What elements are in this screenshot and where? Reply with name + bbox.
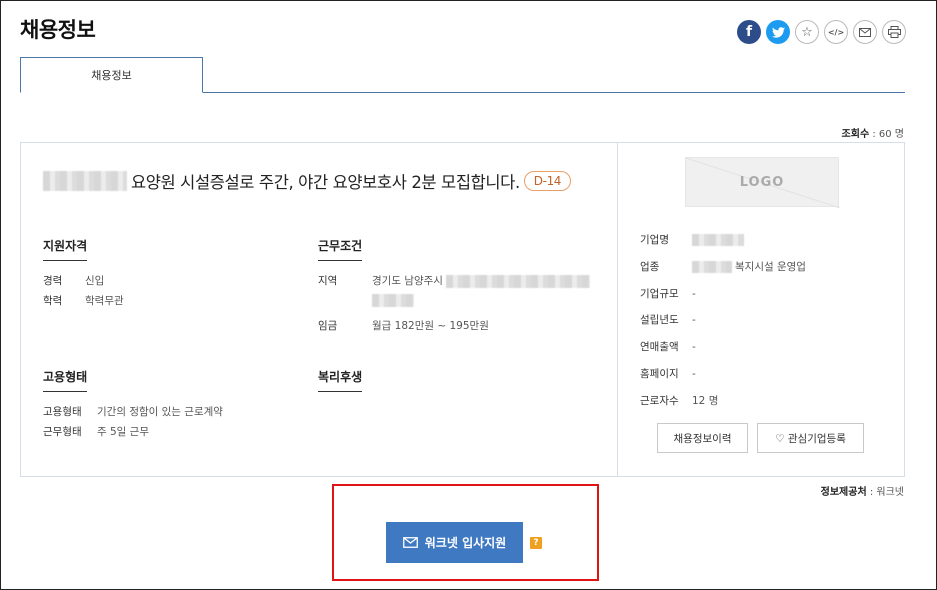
industry-text: 복지시설 운영업 — [735, 260, 806, 273]
employment-row-type: 고용형태 기간의 정함이 있는 근로계약 — [43, 403, 313, 423]
employees-value: 12 명 — [692, 394, 719, 407]
job-history-button[interactable]: 채용정보이력 — [657, 423, 748, 453]
region-value: 경기도 남양주시 — [372, 272, 591, 312]
company-actions: 채용정보이력 ♡ 관심기업등록 — [657, 423, 864, 453]
revenue-label: 연매출액 — [640, 341, 679, 354]
company-name-label: 기업명 — [640, 234, 669, 246]
education-value: 학력무관 — [85, 294, 124, 307]
company-row-employees: 근로자수 12 명 — [640, 388, 890, 415]
qualification-title: 지원자격 — [43, 237, 88, 261]
tab-label: 채용정보 — [91, 69, 132, 82]
dday-badge: D-14 — [523, 171, 572, 191]
work-schedule-value: 주 5일 근무 — [97, 425, 149, 438]
employees-label: 근로자수 — [640, 394, 679, 407]
conditions-title: 근무조건 — [318, 237, 363, 261]
redacted-address — [446, 274, 591, 288]
job-title-text: 요양원 시설증설로 주간, 야간 요양보호사 2분 모집합니다. — [131, 173, 520, 192]
info-source-value: : 워크넷 — [869, 487, 904, 498]
company-panel: LOGO 기업명 업종 복지시설 운영업 기업규모 - 설립년도 - 연매출액 … — [617, 143, 904, 476]
page-title: 채용정보 — [20, 18, 96, 42]
info-source: 정보제공처 : 워크넷 — [821, 483, 904, 498]
career-value: 신입 — [85, 275, 105, 287]
interest-company-button[interactable]: ♡ 관심기업등록 — [757, 423, 864, 453]
printer-icon — [887, 26, 901, 38]
company-name-value — [692, 227, 744, 254]
twitter-icon — [771, 26, 785, 38]
company-size-label: 기업규모 — [640, 287, 679, 300]
redacted-industry — [692, 260, 732, 273]
industry-value: 복지시설 운영업 — [692, 254, 806, 281]
employment-row-schedule: 근무형태 주 5일 근무 — [43, 423, 313, 443]
worknet-apply-button[interactable]: 워크넷 입사지원 — [386, 522, 523, 563]
conditions-row-region: 지역 경기도 남양주시 — [318, 272, 608, 312]
company-row-revenue: 연매출액 - — [640, 334, 890, 361]
conditions-row-wage: 임금 월급 182만원 ~ 195만원 — [318, 317, 608, 337]
redacted-company — [692, 234, 744, 246]
qualification-row-education: 학력 학력무관 — [43, 292, 303, 312]
info-source-label: 정보제공처 — [820, 487, 867, 498]
region-text: 경기도 남양주시 — [372, 275, 443, 287]
view-count: 조회수 : 60 명 — [842, 125, 904, 140]
qualification-section: 지원자격 경력 신입 학력 학력무관 — [43, 235, 303, 312]
bookmark-star-button[interactable]: ☆ — [795, 20, 819, 44]
employment-type-value: 기간의 정함이 있는 근로계약 — [97, 406, 223, 418]
twitter-share-button[interactable] — [766, 20, 790, 44]
company-row-name: 기업명 — [640, 227, 890, 254]
company-row-homepage: 홈페이지 - — [640, 361, 890, 388]
mail-icon — [859, 27, 871, 37]
welfare-section: 복리후생 — [318, 366, 363, 403]
employment-section: 고용형태 고용형태 기간의 정함이 있는 근로계약 근무형태 주 5일 근무 — [43, 366, 313, 443]
employment-title: 고용형태 — [43, 368, 88, 392]
facebook-share-button[interactable]: f — [737, 20, 761, 44]
homepage-value: - — [692, 367, 696, 380]
company-info: 기업명 업종 복지시설 운영업 기업규모 - 설립년도 - 연매출액 - 홈페이… — [640, 227, 890, 414]
conditions-section: 근무조건 지역 경기도 남양주시 임금 월급 182만원 ~ 195만원 — [318, 235, 608, 337]
qualification-row-career: 경력 신입 — [43, 272, 303, 292]
email-share-button[interactable] — [853, 20, 877, 44]
homepage-label: 홈페이지 — [640, 367, 679, 380]
mail-icon — [402, 537, 418, 548]
tab-job-info[interactable]: 채용정보 — [20, 57, 203, 93]
redacted-address-line2 — [372, 294, 414, 308]
work-schedule-label: 근무형태 — [43, 425, 82, 438]
job-title: 요양원 시설증설로 주간, 야간 요양보호사 2분 모집합니다. D-14 — [43, 169, 572, 193]
redacted-company-name — [43, 171, 127, 191]
help-icon[interactable]: ? — [530, 537, 542, 549]
education-label: 학력 — [43, 294, 63, 307]
company-row-industry: 업종 복지시설 운영업 — [640, 254, 890, 281]
wage-value: 월급 182만원 ~ 195만원 — [372, 319, 489, 332]
share-toolbar: f ☆ </> — [737, 20, 906, 44]
employment-type-label: 고용형태 — [43, 406, 82, 418]
view-count-label: 조회수 — [841, 129, 870, 140]
star-icon: ☆ — [801, 24, 813, 40]
founded-label: 설립년도 — [640, 314, 679, 327]
company-logo: LOGO — [685, 157, 840, 208]
print-button[interactable] — [882, 20, 906, 44]
embed-code-button[interactable]: </> — [824, 20, 848, 44]
logo-text: LOGO — [739, 174, 785, 190]
job-card: 요양원 시설증설로 주간, 야간 요양보호사 2분 모집합니다. D-14 지원… — [20, 142, 905, 477]
region-label: 지역 — [318, 275, 338, 287]
company-size-value: - — [692, 287, 696, 300]
apply-button-label: 워크넷 입사지원 — [424, 536, 507, 550]
wage-label: 임금 — [318, 319, 338, 332]
code-icon: </> — [827, 27, 845, 37]
revenue-value: - — [692, 341, 696, 354]
job-detail-panel: 요양원 시설증설로 주간, 야간 요양보호사 2분 모집합니다. D-14 지원… — [21, 143, 617, 476]
founded-value: - — [692, 314, 696, 327]
view-count-value: : 60 명 — [872, 129, 904, 140]
career-label: 경력 — [43, 275, 63, 287]
company-row-founded: 설립년도 - — [640, 307, 890, 334]
facebook-icon: f — [745, 24, 753, 40]
company-row-size: 기업규모 - — [640, 281, 890, 308]
welfare-title: 복리후생 — [318, 368, 363, 392]
industry-label: 업종 — [640, 260, 660, 273]
